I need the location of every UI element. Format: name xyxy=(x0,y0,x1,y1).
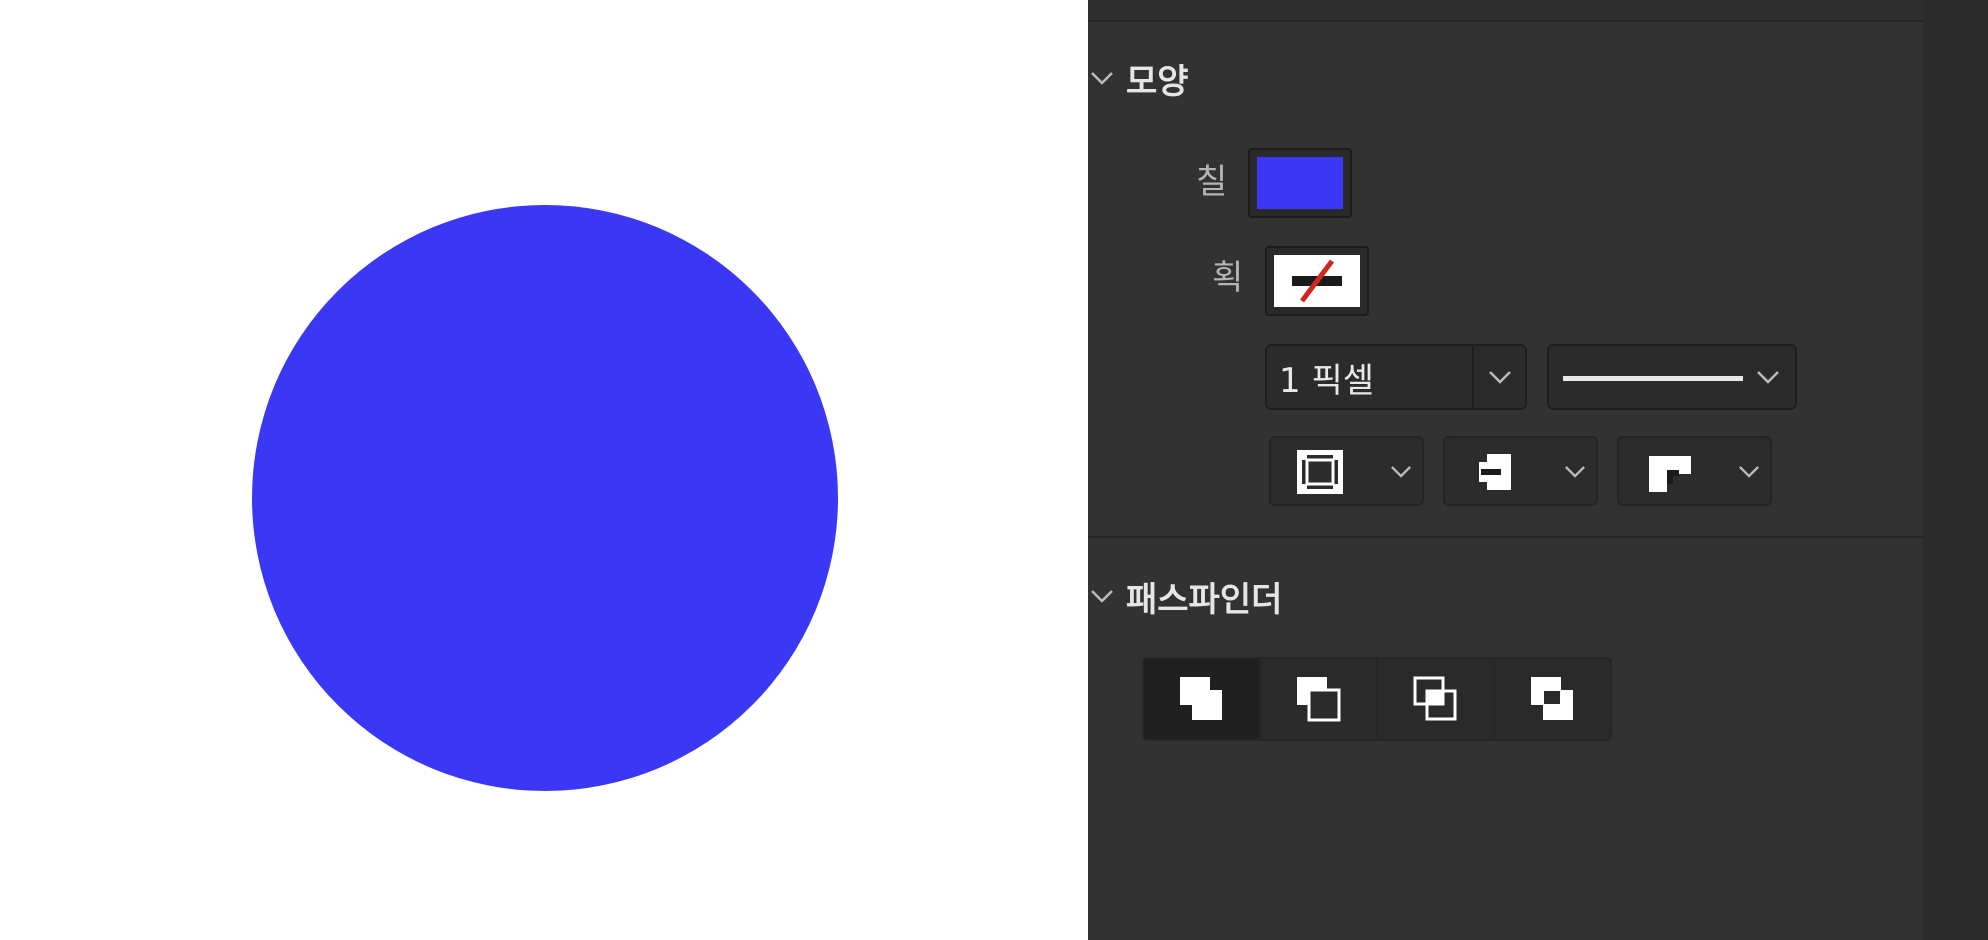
no-color-icon xyxy=(1274,255,1360,307)
properties-panel: 모양 칠 획 1 픽셀 패스파인더 xyxy=(1088,0,1923,940)
fill-color-preview xyxy=(1257,157,1343,209)
section-divider xyxy=(1088,20,1923,22)
right-side-rail xyxy=(1923,0,1988,940)
pathfinder-section-title: 패스파인더 xyxy=(1126,579,1283,620)
stroke-color-swatch[interactable] xyxy=(1265,246,1369,316)
stroke-width-dropdown[interactable]: 1 픽셀 xyxy=(1265,344,1527,410)
align-stroke-dropdown[interactable] xyxy=(1269,436,1424,506)
pathfinder-unite-button[interactable] xyxy=(1144,659,1261,739)
chevron-down-icon xyxy=(1088,58,1116,98)
section-divider xyxy=(1088,536,1923,538)
stroke-corner-icon xyxy=(1641,448,1695,496)
solid-line-icon xyxy=(1563,376,1743,381)
chevron-down-icon xyxy=(1390,438,1412,504)
pathfinder-button-group xyxy=(1142,657,1612,741)
pathfinder-minus-front-icon xyxy=(1296,677,1340,722)
stroke-style-dropdown[interactable] xyxy=(1547,344,1797,410)
chevron-down-icon xyxy=(1088,576,1116,616)
appearance-section-header[interactable]: 모양 xyxy=(1088,58,1189,102)
chevron-down-icon[interactable] xyxy=(1474,346,1525,408)
stroke-width-value: 1 픽셀 xyxy=(1279,360,1374,401)
pathfinder-section-header[interactable]: 패스파인더 xyxy=(1088,576,1282,620)
pathfinder-intersect-button[interactable] xyxy=(1378,659,1495,739)
pathfinder-intersect-icon xyxy=(1413,676,1456,721)
align-stroke-inside-icon xyxy=(1293,448,1347,496)
stroke-corner-dropdown[interactable] xyxy=(1617,436,1772,506)
stroke-label: 획 xyxy=(1212,258,1244,298)
artboard-canvas[interactable] xyxy=(0,0,1088,940)
chevron-down-icon xyxy=(1738,438,1760,504)
panel-top-band xyxy=(1088,0,1923,20)
pathfinder-exclude-icon xyxy=(1530,677,1573,720)
chevron-down-icon xyxy=(1564,438,1586,504)
chevron-down-icon[interactable] xyxy=(1745,346,1791,408)
fill-label: 칠 xyxy=(1196,162,1228,202)
pathfinder-minus-front-button[interactable] xyxy=(1261,659,1378,739)
pathfinder-exclude-button[interactable] xyxy=(1495,659,1610,739)
stroke-cap-dropdown[interactable] xyxy=(1443,436,1598,506)
circle-shape[interactable] xyxy=(252,205,838,791)
stroke-cap-icon xyxy=(1467,448,1521,496)
fill-color-swatch[interactable] xyxy=(1248,148,1352,218)
pathfinder-unite-icon xyxy=(1179,677,1222,720)
appearance-section-title: 모양 xyxy=(1126,61,1189,102)
